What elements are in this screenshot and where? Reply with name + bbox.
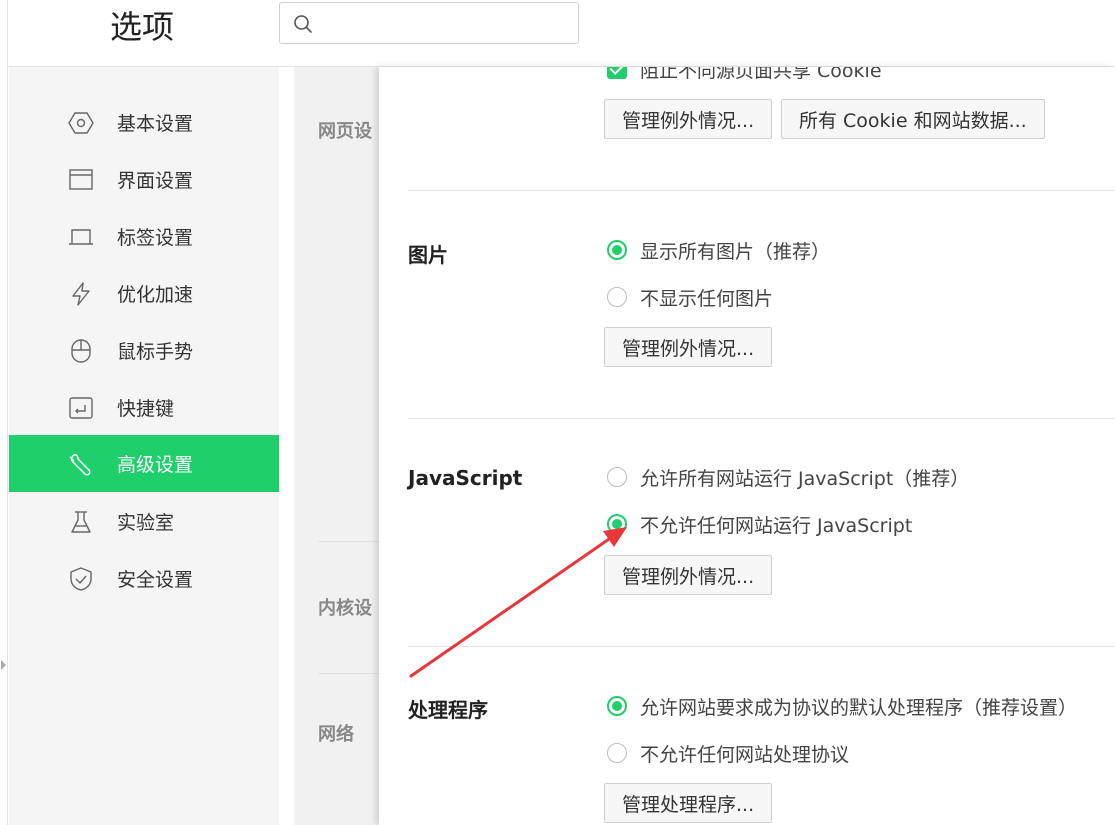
window-icon <box>69 169 93 190</box>
images-show-none-radio[interactable]: 不显示任何图片 <box>607 284 773 310</box>
keyboard-shortcut-icon <box>69 397 93 419</box>
radio-unselected-icon[interactable] <box>607 287 627 307</box>
sidebar-item-label: 标签设置 <box>117 227 194 249</box>
wrench-icon <box>69 454 91 476</box>
section-index-web[interactable]: 网页设 <box>318 117 372 143</box>
all-cookies-button[interactable]: 所有 Cookie 和网站数据... <box>781 99 1045 139</box>
sidebar-item-label: 安全设置 <box>117 569 194 591</box>
sidebar-item-label: 界面设置 <box>117 170 194 192</box>
javascript-block-all-radio[interactable]: 不允许任何网站运行 JavaScript <box>607 511 912 537</box>
images-exceptions-button[interactable]: 管理例外情况... <box>604 327 773 367</box>
handlers-deny-radio[interactable]: 不允许任何网站处理协议 <box>607 740 849 766</box>
sidebar-item-label: 实验室 <box>117 512 175 534</box>
section-index-kernel[interactable]: 内核设 <box>318 594 372 620</box>
radio-selected-icon[interactable] <box>607 240 627 260</box>
sidebar-item-label: 鼠标手势 <box>117 341 194 363</box>
settings-panel: 阻止不同源页面共享 Cookie 管理例外情况... 所有 Cookie 和网站… <box>379 67 1115 825</box>
divider <box>408 190 1115 191</box>
cookie-exceptions-button[interactable]: 管理例外情况... <box>604 99 773 139</box>
checkbox-label: 阻止不同源页面共享 Cookie <box>640 67 882 82</box>
collapsed-side-strip <box>0 0 8 825</box>
shield-icon <box>70 567 92 591</box>
radio-label: 不允许任何网站运行 JavaScript <box>640 514 913 537</box>
flask-icon <box>71 511 91 533</box>
sidebar-item-optimize[interactable]: 优化加速 <box>9 265 279 322</box>
divider <box>408 418 1115 419</box>
radio-label: 不允许任何网站处理协议 <box>640 743 850 766</box>
search-input[interactable] <box>320 9 570 37</box>
sidebar-item-label: 快捷键 <box>117 398 175 420</box>
manage-handlers-button[interactable]: 管理处理程序... <box>604 783 773 823</box>
radio-unselected-icon[interactable] <box>607 743 627 763</box>
sidebar-item-label: 高级设置 <box>117 454 194 476</box>
mouse-icon <box>71 339 91 363</box>
sidebar-item-lab[interactable]: 实验室 <box>9 493 279 550</box>
sidebar-item-shortcuts[interactable]: 快捷键 <box>9 379 279 436</box>
divider <box>318 541 380 542</box>
radio-label: 不显示任何图片 <box>640 287 774 310</box>
javascript-section-title: JavaScript <box>408 466 523 490</box>
radio-label: 显示所有图片（推荐） <box>640 240 831 263</box>
radio-selected-icon[interactable] <box>607 696 627 716</box>
sidebar-item-label: 基本设置 <box>117 113 194 135</box>
handlers-allow-radio[interactable]: 允许网站要求成为协议的默认处理程序（推荐设置） <box>607 693 1077 719</box>
search-icon <box>294 15 312 33</box>
hexagon-settings-icon <box>68 112 94 134</box>
sidebar: 基本设置 界面设置 标签设置 优化加速 鼠标手势 快捷键 高级设置 实验室 安全… <box>9 67 279 825</box>
javascript-exceptions-button[interactable]: 管理例外情况... <box>604 555 773 595</box>
divider <box>408 646 1115 647</box>
radio-unselected-icon[interactable] <box>607 467 627 487</box>
block-cross-origin-cookie-checkbox[interactable]: 阻止不同源页面共享 Cookie <box>607 67 882 82</box>
images-show-all-radio[interactable]: 显示所有图片（推荐） <box>607 237 830 263</box>
sidebar-item-interface[interactable]: 界面设置 <box>9 151 279 208</box>
sidebar-item-label: 优化加速 <box>117 284 194 306</box>
header: 选项 <box>8 0 1115 67</box>
javascript-allow-all-radio[interactable]: 允许所有网站运行 JavaScript（推荐） <box>607 464 969 490</box>
sidebar-item-tabs[interactable]: 标签设置 <box>9 208 279 265</box>
handlers-section-title: 处理程序 <box>408 698 488 722</box>
sidebar-item-advanced[interactable]: 高级设置 <box>9 435 279 492</box>
expand-arrow-icon[interactable] <box>1 660 6 670</box>
section-index-network[interactable]: 网络 <box>318 720 354 746</box>
sidebar-item-basic[interactable]: 基本设置 <box>9 94 279 151</box>
images-section-title: 图片 <box>408 243 448 267</box>
divider <box>318 673 380 674</box>
page-title: 选项 <box>110 8 175 46</box>
search-box[interactable] <box>279 2 579 44</box>
radio-selected-icon[interactable] <box>607 514 627 534</box>
radio-label: 允许所有网站运行 JavaScript（推荐） <box>640 467 970 490</box>
section-index-column: 网页设 内核设 网络 <box>294 67 380 825</box>
sidebar-item-mouse-gesture[interactable]: 鼠标手势 <box>9 322 279 379</box>
checkbox-checked-icon[interactable] <box>607 67 627 79</box>
radio-label: 允许网站要求成为协议的默认处理程序（推荐设置） <box>640 696 1078 719</box>
tab-icon <box>69 229 93 245</box>
sidebar-item-security[interactable]: 安全设置 <box>9 550 279 607</box>
lightning-icon <box>72 282 90 306</box>
